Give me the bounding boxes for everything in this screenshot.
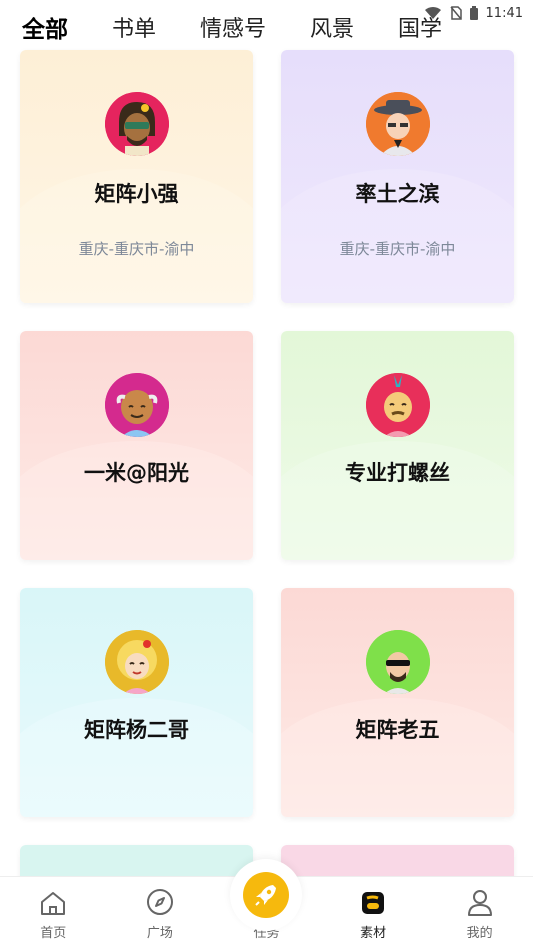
account-card[interactable]: 矩阵杨二哥	[20, 588, 253, 817]
avatar	[104, 92, 169, 156]
account-card[interactable]	[20, 845, 253, 878]
nav-home-label: 首页	[40, 926, 67, 941]
nav-mine[interactable]: 我的	[427, 877, 533, 949]
account-card[interactable]: 专业打螺丝	[281, 331, 514, 560]
account-name: 专业打螺丝	[345, 461, 450, 485]
avatar	[365, 92, 430, 156]
nav-home[interactable]: 首页	[0, 877, 106, 949]
account-card[interactable]: 矩阵老五	[281, 588, 514, 817]
task-button[interactable]	[230, 859, 303, 931]
account-name: 率土之滨	[355, 182, 440, 206]
nav-square[interactable]: 广场	[107, 877, 213, 949]
account-name: 矩阵杨二哥	[84, 718, 189, 742]
compass-icon	[146, 889, 173, 915]
avatar	[104, 630, 169, 694]
account-location: 重庆-重庆市-渝中	[78, 240, 195, 258]
account-card[interactable]	[281, 845, 514, 878]
avatar	[365, 630, 430, 694]
material-icon	[362, 892, 385, 914]
nav-square-label: 广场	[146, 926, 173, 941]
account-card[interactable]: 率土之滨 重庆-重庆市-渝中	[281, 50, 514, 303]
account-name: 一米@阳光	[84, 461, 189, 485]
account-grid: 矩阵小强 重庆-重庆市-渝中 率土之滨 重庆-重庆市-渝中 一米@阳光 专业打螺…	[0, 0, 533, 878]
user-icon	[467, 890, 492, 916]
avatar	[104, 373, 169, 437]
account-name: 矩阵小强	[94, 182, 179, 206]
account-card[interactable]: 一米@阳光	[20, 331, 253, 560]
account-location: 重庆-重庆市-渝中	[339, 240, 456, 258]
nav-task[interactable]: 任务	[213, 859, 319, 949]
rocket-icon	[255, 885, 277, 906]
account-name: 矩阵老五	[355, 718, 440, 742]
account-card[interactable]: 矩阵小强 重庆-重庆市-渝中	[20, 50, 253, 303]
avatar	[365, 373, 430, 437]
home-icon	[41, 892, 66, 915]
nav-material-label: 素材	[360, 926, 387, 941]
bottom-navigation: 首页 广场 任务 素材 我的	[0, 859, 533, 949]
nav-material[interactable]: 素材	[320, 877, 426, 949]
nav-mine-label: 我的	[466, 926, 493, 941]
